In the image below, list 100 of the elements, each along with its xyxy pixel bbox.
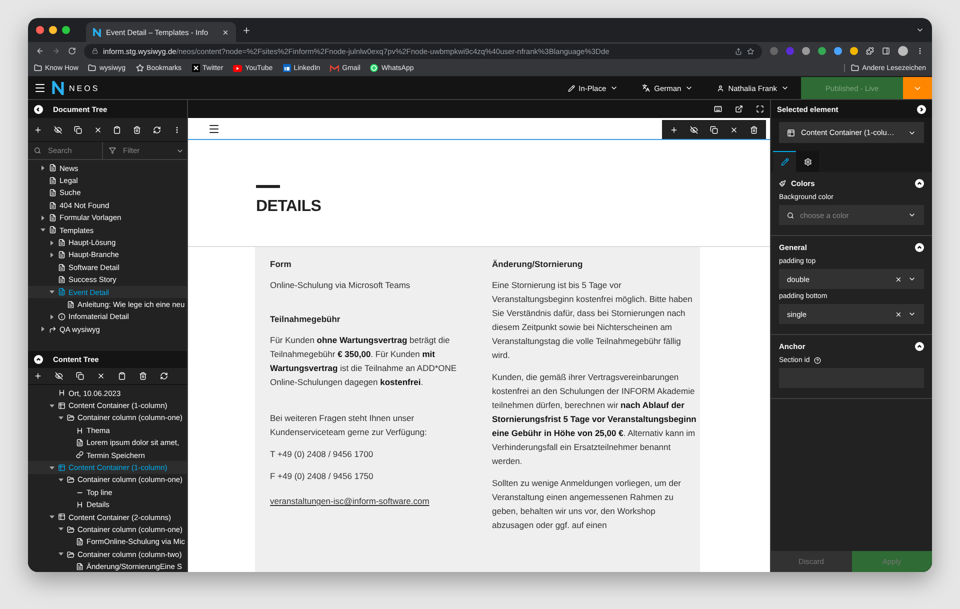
pencil-icon xyxy=(780,158,788,166)
refresh-button[interactable] xyxy=(160,372,168,380)
caret-icon[interactable] xyxy=(49,252,55,258)
help-icon xyxy=(814,357,821,364)
add-button[interactable] xyxy=(670,126,678,134)
paragraph: Eine Stornierung ist bis 5 Tage vor Veranstaltungsbeginn kostenfrei möglich. Bitte haben Sie Verständnis dafür, dass bei Stornierungen nach diesem Zeitpunkt sowie bei Nichterscheinen am Veranstaltungstag die volle Teilnahmegebühr fällig wird. xyxy=(492,279,694,362)
caret-icon[interactable] xyxy=(40,227,46,234)
caret-icon[interactable] xyxy=(49,464,55,471)
hide-button[interactable] xyxy=(54,126,62,134)
avatar[interactable] xyxy=(898,46,908,56)
tab-list-button[interactable] xyxy=(916,26,924,34)
refresh-button[interactable] xyxy=(153,126,162,134)
collapse-icon[interactable] xyxy=(34,355,43,364)
caret-icon[interactable] xyxy=(58,526,64,532)
inspector-tab[interactable] xyxy=(773,151,796,172)
lock-icon xyxy=(92,48,98,54)
x-logo-icon xyxy=(192,64,200,72)
paragraph: Online-Schulung via Microsoft Teams xyxy=(270,279,412,292)
keyboard-button[interactable] xyxy=(714,105,722,113)
chevron-down-icon xyxy=(908,128,916,136)
caret-icon[interactable] xyxy=(49,402,55,409)
caret-icon[interactable] xyxy=(58,551,64,558)
email-link[interactable]: veranstaltungen-isc@inform-software.com xyxy=(270,496,430,506)
add-button[interactable] xyxy=(34,372,42,380)
add-button[interactable] xyxy=(34,126,42,134)
refresh-icon xyxy=(153,126,162,134)
paste-button[interactable] xyxy=(118,372,126,380)
close-window-dot[interactable] xyxy=(36,26,44,34)
caret-icon[interactable] xyxy=(40,214,46,221)
forward-button[interactable] xyxy=(52,47,60,55)
collapse-icon[interactable] xyxy=(917,104,926,114)
fullscreen-icon xyxy=(756,105,764,113)
new-tab-button[interactable] xyxy=(242,26,251,34)
trash-icon xyxy=(133,126,142,134)
eye-off-icon xyxy=(55,372,63,380)
folder-icon xyxy=(88,64,96,72)
toggle-icon[interactable] xyxy=(915,342,924,350)
delete-button[interactable] xyxy=(133,126,142,134)
arrow-right-icon xyxy=(52,47,60,55)
caret-icon[interactable] xyxy=(49,514,55,520)
file-icon xyxy=(67,300,74,308)
filter-icon xyxy=(109,147,116,154)
paragraph: Sollten zu wenige Anmeldungen vorliegen, um der Veranstaltung einen angemessenen Rahmen zu geben, behalten wir uns vor, den Workshop abzusagen oder ggf. auf einen xyxy=(492,477,682,532)
caret-icon[interactable] xyxy=(58,414,64,421)
copy-button[interactable] xyxy=(710,126,718,134)
delete-button[interactable] xyxy=(750,126,758,134)
external-link-icon xyxy=(735,105,743,113)
logo-icon xyxy=(93,28,101,36)
table-icon xyxy=(58,464,66,472)
caret-icon[interactable] xyxy=(58,476,64,483)
collapse-icon[interactable] xyxy=(34,104,43,114)
cut-button[interactable] xyxy=(97,372,105,380)
folder-icon xyxy=(34,64,42,72)
hide-button[interactable] xyxy=(55,372,63,380)
caret-icon[interactable] xyxy=(49,289,55,296)
fullscreen-button[interactable] xyxy=(756,105,764,113)
reload-button[interactable] xyxy=(68,47,76,55)
toggle-icon[interactable] xyxy=(915,242,924,252)
cut-button[interactable] xyxy=(730,126,738,134)
copy-icon xyxy=(76,372,84,380)
paragraph: F +49 (0) 2408 / 9456 1750 xyxy=(270,470,374,483)
maximize-window-dot[interactable] xyxy=(62,26,70,34)
user-icon xyxy=(717,84,724,92)
link-icon xyxy=(76,451,84,459)
keyboard-icon xyxy=(714,105,722,113)
top-line xyxy=(256,185,280,188)
toggle-icon[interactable] xyxy=(915,178,924,188)
eye-off-icon xyxy=(54,126,62,134)
folder-icon xyxy=(67,550,74,558)
info-icon xyxy=(58,313,66,321)
file-icon xyxy=(49,214,56,222)
copy-button[interactable] xyxy=(74,126,82,134)
caret-icon[interactable] xyxy=(40,165,46,172)
file-icon xyxy=(49,226,56,234)
paste-button[interactable] xyxy=(113,126,122,134)
menu-icon xyxy=(34,82,46,94)
plus-icon xyxy=(670,126,678,134)
file-icon xyxy=(58,251,66,259)
close-icon xyxy=(895,276,902,282)
inspector-tab[interactable] xyxy=(796,151,819,172)
close-icon xyxy=(94,126,102,134)
back-button[interactable] xyxy=(36,47,44,55)
file-icon xyxy=(49,189,56,197)
extensions-button[interactable] xyxy=(866,47,874,55)
caret-icon[interactable] xyxy=(49,240,55,246)
reload-icon xyxy=(68,47,76,55)
caret-icon[interactable] xyxy=(40,326,46,332)
search-icon xyxy=(34,147,41,154)
caret-icon[interactable] xyxy=(49,314,55,320)
minimize-window-dot[interactable] xyxy=(49,26,57,34)
play-logo-icon xyxy=(233,64,242,72)
copy-button[interactable] xyxy=(76,372,84,380)
delete-button[interactable] xyxy=(139,372,147,380)
side-panel-button[interactable] xyxy=(882,47,890,55)
brush-icon xyxy=(779,180,786,186)
table-icon xyxy=(787,128,795,136)
open-external-button[interactable] xyxy=(735,105,743,113)
hide-button[interactable] xyxy=(690,126,698,134)
star-icon xyxy=(136,64,144,72)
cut-button[interactable] xyxy=(94,126,102,134)
